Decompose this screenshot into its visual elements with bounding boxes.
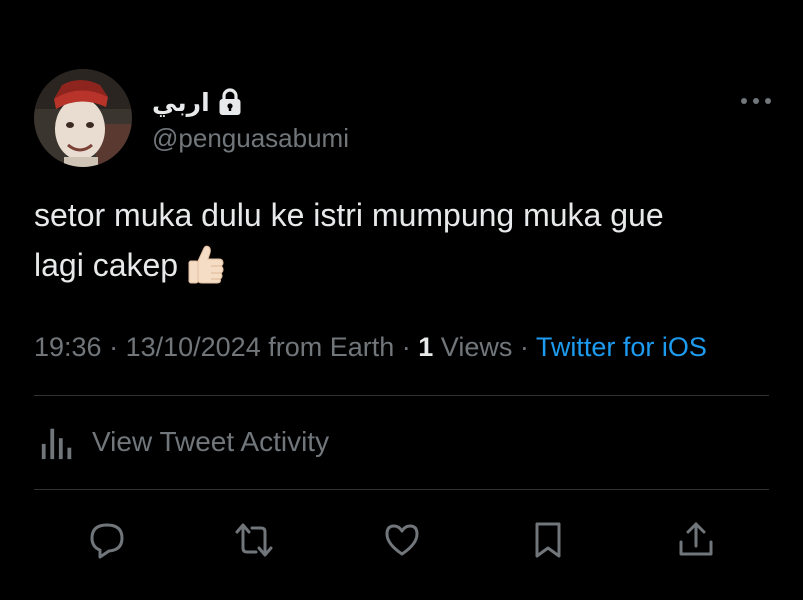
view-tweet-activity-button[interactable]: View Tweet Activity — [38, 420, 329, 464]
avatar-image — [34, 69, 132, 167]
views-count: 1 — [418, 332, 434, 362]
tweet-meta: 19:36 · 13/10/2024 from Earth · 1 Views … — [34, 332, 707, 363]
divider — [34, 395, 769, 396]
meta-separator: · — [512, 332, 536, 362]
author-display-name[interactable]: اربي — [152, 88, 210, 117]
meta-separator: · — [101, 332, 126, 362]
more-options-icon[interactable] — [740, 94, 772, 108]
bookmark-button[interactable] — [526, 518, 570, 562]
tweet-location: from Earth — [260, 332, 395, 362]
share-button[interactable] — [674, 518, 718, 562]
bookmark-icon — [535, 522, 561, 558]
divider — [34, 489, 769, 490]
like-button[interactable] — [380, 518, 424, 562]
tweet-text-line-1: setor muka dulu ke istri mumpung muka gu… — [34, 197, 664, 233]
view-tweet-activity-label: View Tweet Activity — [92, 426, 330, 457]
analytics-icon — [41, 428, 72, 460]
tweet-date[interactable]: 13/10/2024 — [126, 332, 261, 362]
tweet-text-line-2: lagi cakep — [34, 240, 769, 290]
tweet-time[interactable]: 19:36 — [34, 332, 102, 362]
reply-icon — [90, 523, 124, 559]
avatar[interactable] — [34, 69, 132, 167]
meta-separator: · — [394, 332, 419, 362]
views-label: Views — [433, 332, 513, 362]
lock-icon — [219, 88, 241, 115]
tweet-text-line-2-text: lagi cakep — [34, 247, 179, 283]
heart-icon — [385, 524, 419, 556]
share-icon — [679, 522, 713, 556]
thumbs-up-emoji-icon — [188, 245, 224, 284]
retweet-icon — [235, 523, 273, 557]
retweet-button[interactable] — [232, 518, 276, 562]
reply-button[interactable] — [85, 518, 129, 562]
author-handle[interactable]: @penguasabumi — [152, 123, 349, 154]
author-name-row: اربي — [152, 82, 242, 122]
tweet-source-link[interactable]: Twitter for iOS — [536, 332, 707, 362]
tweet-text: setor muka dulu ke istri mumpung muka gu… — [34, 190, 769, 290]
